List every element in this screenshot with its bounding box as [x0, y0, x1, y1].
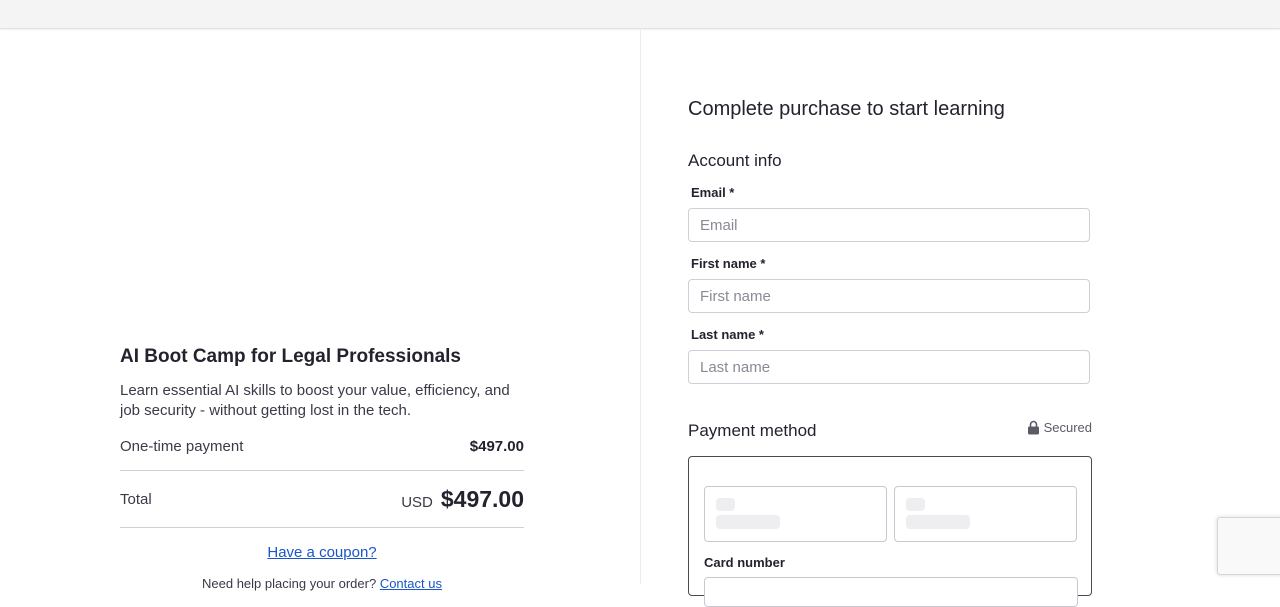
loading-placeholder [716, 498, 735, 511]
product-title: AI Boot Camp for Legal Professionals [120, 346, 461, 367]
last-name-field[interactable] [688, 350, 1090, 384]
total-value: $497.00 [440, 485, 524, 512]
total-currency: USD [401, 493, 433, 511]
total-amount: USD $497.00 [401, 486, 524, 513]
card-number-field[interactable] [704, 577, 1078, 607]
payment-element: Card number [688, 456, 1092, 607]
loading-placeholder [906, 515, 970, 529]
one-time-payment-price: $497.00 [469, 437, 524, 455]
top-bar [0, 0, 1280, 29]
total-row: Total USD $497.00 [120, 484, 524, 514]
lock-icon [1027, 420, 1039, 435]
card-number-label: Card number [704, 555, 785, 570]
loading-placeholder [716, 515, 780, 529]
payment-method-heading: Payment method [688, 421, 817, 440]
email-field[interactable] [688, 208, 1090, 242]
summary-divider [120, 470, 524, 471]
first-name-field[interactable] [688, 279, 1090, 313]
email-label: Email * [691, 185, 735, 200]
payment-option-tile[interactable] [704, 486, 887, 542]
summary-divider [120, 527, 524, 528]
checkout-heading: Complete purchase to start learning [688, 98, 1005, 120]
payment-option-tile[interactable] [894, 486, 1077, 542]
account-info-heading: Account info [688, 151, 782, 170]
product-description: Learn essential AI skills to boost your … [120, 382, 510, 419]
column-divider [640, 29, 641, 584]
total-label: Total [120, 490, 152, 508]
one-time-payment-label: One-time payment [120, 437, 244, 455]
last-name-label: Last name * [691, 327, 764, 342]
first-name-label: First name * [691, 256, 766, 271]
coupon-link[interactable]: Have a coupon? [120, 544, 524, 561]
one-time-payment-row: One-time payment $497.00 [120, 436, 524, 456]
secured-label: Secured [1043, 420, 1092, 435]
loading-placeholder [906, 498, 925, 511]
secured-badge: Secured [1027, 420, 1092, 435]
recaptcha-badge[interactable] [1217, 517, 1280, 575]
